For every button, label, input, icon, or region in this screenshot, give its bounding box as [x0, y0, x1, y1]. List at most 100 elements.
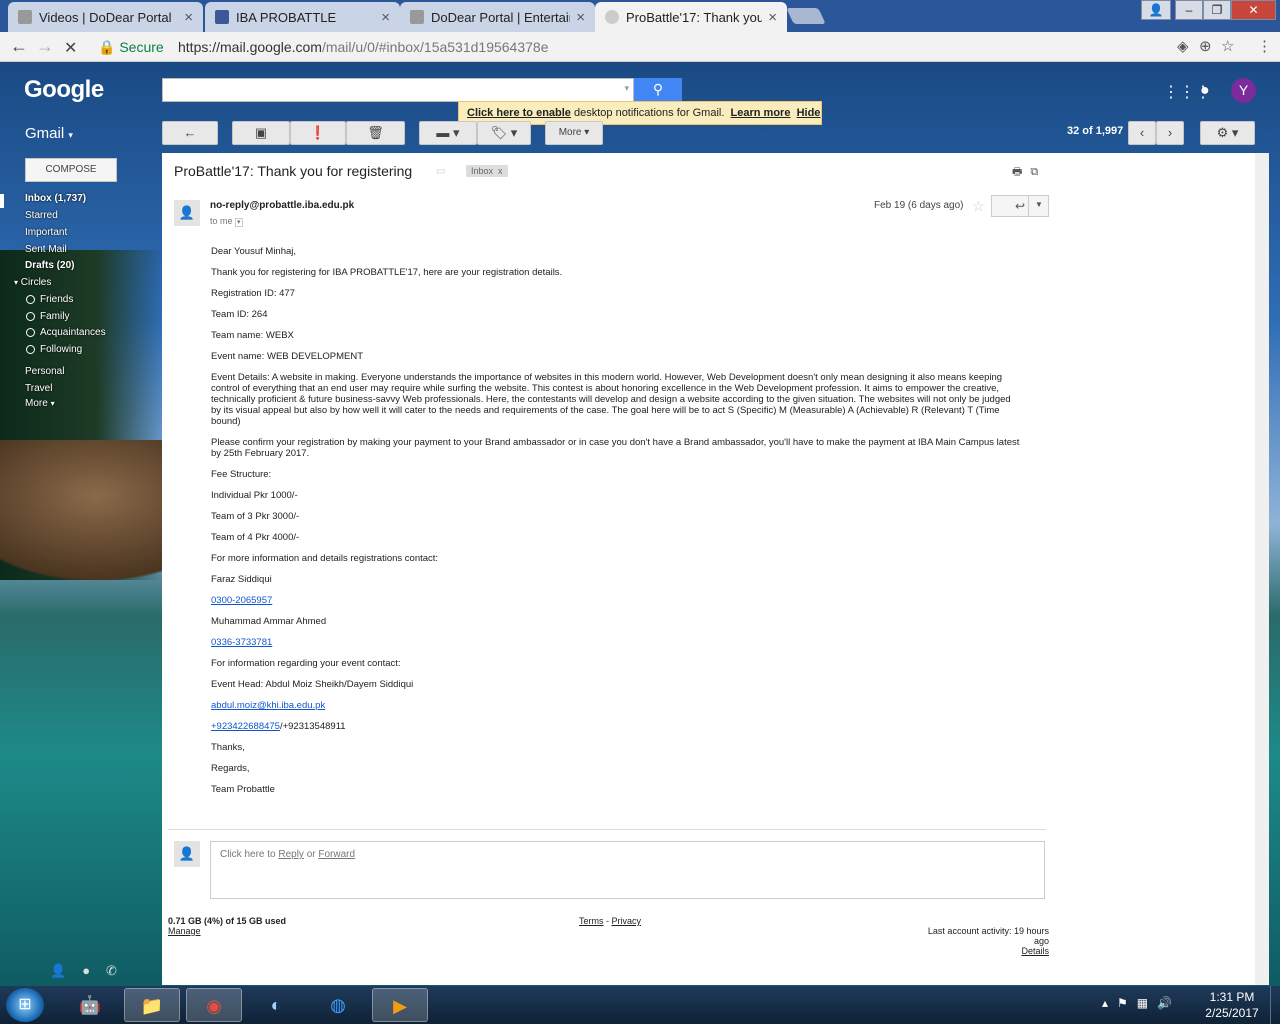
notifications-icon[interactable]: ● [1200, 82, 1210, 100]
phone-link[interactable]: 0300-2065957 [211, 595, 272, 606]
restore-button[interactable]: ❐ [1203, 0, 1231, 20]
tab-iba-probattle[interactable]: IBA PROBATTLE × [205, 2, 400, 32]
close-window-button[interactable]: ✕ [1231, 0, 1276, 20]
forward-icon[interactable]: → [36, 36, 54, 57]
labels-button[interactable]: 🏷 ▾ [477, 121, 531, 145]
manage-storage-link[interactable]: Manage [168, 926, 201, 936]
sidebar-item-inbox[interactable]: Inbox (1,737) [25, 193, 86, 204]
close-icon[interactable]: × [381, 9, 390, 26]
learn-more-link[interactable]: Learn more [731, 107, 791, 119]
url-field[interactable]: https://mail.google.com/mail/u/0/#inbox/… [178, 39, 549, 55]
phone-icon[interactable]: ✆ [106, 963, 133, 978]
google-logo[interactable]: Google [24, 76, 104, 104]
tab-probattle-email[interactable]: ProBattle'17: Thank you f × [595, 2, 787, 32]
sidebar-item-sent[interactable]: Sent Mail [25, 244, 67, 255]
tab-title: DoDear Portal | Entertain [431, 9, 571, 25]
star-icon[interactable]: ☆ [972, 198, 985, 215]
enable-notifications-link[interactable]: Click here to enable [467, 107, 571, 119]
phone-link[interactable]: 0336-3733781 [211, 637, 272, 648]
new-window-icon[interactable]: ⧉ [1030, 166, 1046, 178]
sidebar-item-circles[interactable]: ▾ Circles [14, 277, 51, 288]
star-icon[interactable]: ☆ [1221, 37, 1234, 55]
delete-button[interactable]: 🗑 [346, 121, 405, 145]
sidebar-item-family[interactable]: Family [26, 311, 69, 322]
move-to-button[interactable]: ▬ ▾ [419, 121, 477, 145]
reply-link[interactable]: Reply [278, 849, 304, 860]
network-icon[interactable]: ▦ [1137, 996, 1157, 1010]
sidebar-item-drafts[interactable]: Drafts (20) [25, 260, 74, 271]
new-tab-button[interactable] [786, 8, 826, 24]
media-player-icon[interactable]: ▶ [372, 988, 428, 1022]
older-button[interactable]: › [1156, 121, 1184, 145]
report-spam-button[interactable]: ❗ [290, 121, 346, 145]
eclipse-icon[interactable]: ◐ [248, 988, 304, 1022]
sidebar-item-important[interactable]: Important [25, 227, 67, 238]
chrome-icon[interactable]: ◉ [186, 988, 242, 1022]
account-avatar[interactable]: Y [1231, 78, 1256, 103]
user-icon[interactable]: 👤 [1141, 0, 1171, 20]
firefox-icon[interactable]: ◍ [310, 988, 366, 1022]
system-clock[interactable]: 1:31 PM 2/25/2017 [1200, 989, 1264, 1021]
hangouts-icon[interactable]: ● [82, 963, 106, 978]
show-hidden-icon[interactable]: ▴ [1102, 996, 1117, 1010]
minimize-button[interactable]: – [1175, 0, 1203, 20]
archive-button[interactable]: ▣ [232, 121, 290, 145]
back-icon[interactable]: ← [10, 36, 28, 57]
reply-box[interactable]: Click here to Reply or Forward [210, 841, 1045, 899]
contacts-icon[interactable]: 👤 [50, 963, 82, 978]
address-bar: ← → ✕ 🔒 Secure https://mail.google.com/m… [0, 32, 1280, 62]
sidebar-item-following[interactable]: Following [26, 344, 82, 355]
settings-button[interactable]: ⚙ ▾ [1200, 121, 1255, 145]
search-button[interactable]: ⚲ [634, 78, 682, 102]
circle-label: Following [40, 344, 83, 355]
chevron-down-icon[interactable]: ▾ [624, 83, 629, 94]
eye-icon[interactable]: ◈ [1177, 37, 1189, 55]
close-icon[interactable]: × [184, 9, 193, 26]
phone-link[interactable]: +923422688475 [211, 721, 280, 732]
compose-button[interactable]: COMPOSE [25, 158, 117, 182]
chevron-down-icon[interactable]: ▾ [235, 218, 243, 227]
file-explorer-icon[interactable]: 📁 [124, 988, 180, 1022]
forward-link[interactable]: Forward [318, 849, 355, 860]
start-button[interactable]: ⊞ [6, 988, 44, 1022]
url-path: /mail/u/0/#inbox/15a531d19564378e [321, 39, 549, 55]
sender-address[interactable]: no-reply@probattle.iba.edu.pk [210, 200, 354, 211]
zoom-icon[interactable]: ⊕ [1199, 37, 1212, 55]
gmail-menu[interactable]: Gmail ▾ [25, 125, 73, 142]
android-studio-icon[interactable]: 🤖 [62, 988, 118, 1022]
body-line: Team Probattle [211, 784, 275, 795]
search-input[interactable]: ▾ [162, 78, 634, 102]
menu-icon[interactable]: ⋮ [1257, 37, 1272, 55]
email-link[interactable]: abdul.moiz@khi.iba.edu.pk [211, 700, 325, 711]
sidebar-item-friends[interactable]: Friends [26, 294, 73, 305]
close-icon[interactable]: × [576, 9, 585, 26]
recipient-line[interactable]: to me ▾ [210, 216, 243, 227]
print-icon[interactable]: 🖶 [1012, 166, 1030, 178]
scrollbar[interactable] [1255, 153, 1269, 985]
importance-marker-icon[interactable]: ▭ [436, 166, 445, 177]
details-link[interactable]: Details [919, 946, 1049, 956]
tab-title: IBA PROBATTLE [236, 9, 337, 25]
stop-icon[interactable]: ✕ [64, 38, 77, 58]
hide-link[interactable]: Hide [797, 107, 821, 119]
tab-dodear[interactable]: DoDear Portal | Entertain × [400, 2, 595, 32]
inbox-label-chip[interactable]: Inbox x [466, 165, 508, 177]
body-line: Muhammad Ammar Ahmed [211, 616, 327, 627]
sidebar-item-more[interactable]: More ▾ [25, 398, 55, 409]
secure-indicator[interactable]: 🔒 Secure [98, 39, 164, 56]
more-actions-button[interactable]: ▼ [1028, 195, 1049, 217]
tab-videos[interactable]: Videos | DoDear Portal × [8, 2, 203, 32]
sidebar-item-travel[interactable]: Travel [25, 383, 52, 394]
flag-icon[interactable]: ⚑ [1117, 996, 1137, 1010]
close-icon[interactable]: × [768, 9, 777, 26]
terms-link[interactable]: Terms [579, 916, 604, 926]
sidebar-item-personal[interactable]: Personal [25, 366, 64, 377]
sidebar-item-acquaintances[interactable]: Acquaintances [26, 327, 106, 338]
show-desktop-button[interactable] [1270, 986, 1280, 1024]
volume-icon[interactable]: 🔊 [1157, 996, 1181, 1010]
newer-button[interactable]: ‹ [1128, 121, 1156, 145]
back-to-inbox-button[interactable]: ← [162, 121, 218, 145]
privacy-link[interactable]: Privacy [612, 916, 642, 926]
sidebar-item-starred[interactable]: Starred [25, 210, 58, 221]
more-button[interactable]: More ▾ [545, 121, 603, 145]
